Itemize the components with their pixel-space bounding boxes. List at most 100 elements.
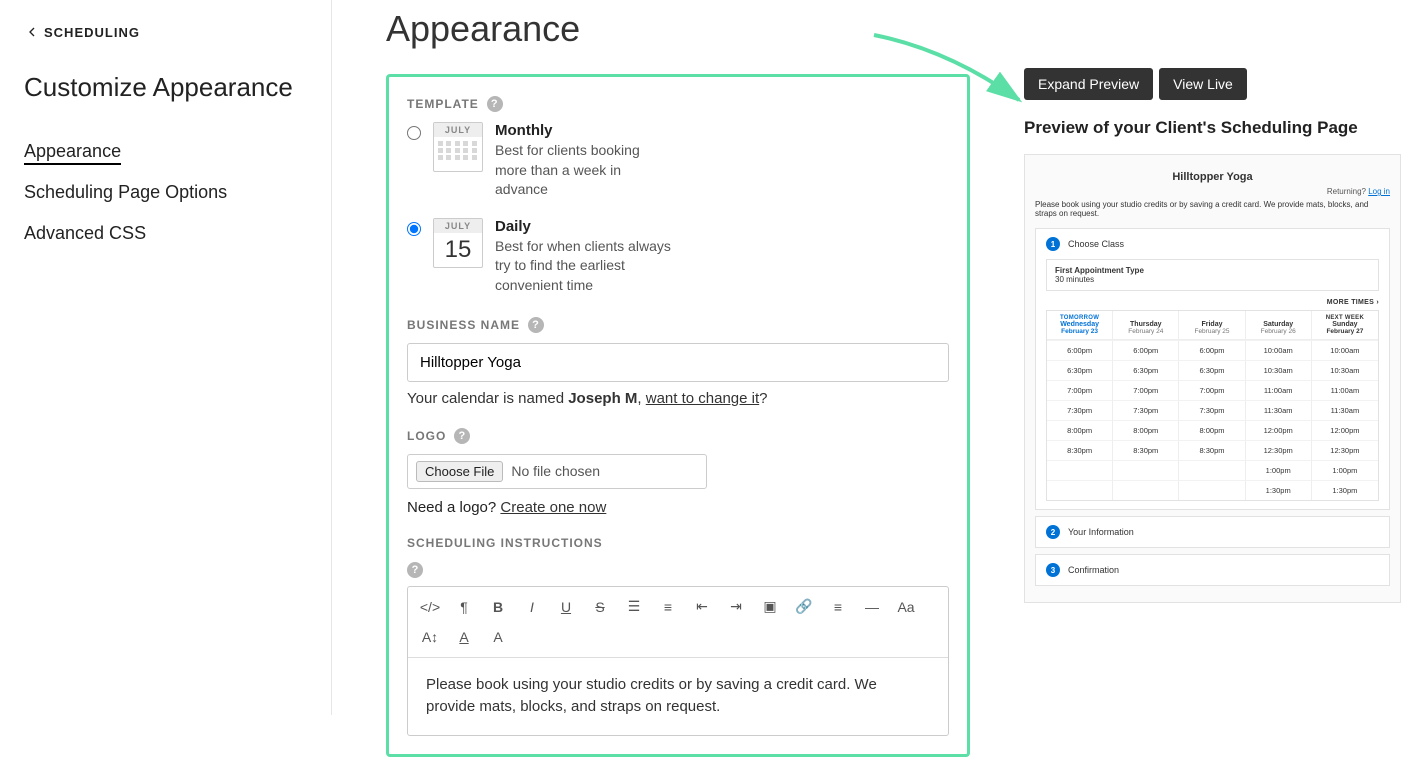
- time-slot[interactable]: 8:00pm: [1047, 420, 1113, 440]
- underline-button[interactable]: U: [550, 593, 582, 621]
- time-slot[interactable]: 6:30pm: [1113, 360, 1179, 380]
- time-slot[interactable]: 6:30pm: [1179, 360, 1245, 380]
- help-icon[interactable]: ?: [407, 562, 423, 578]
- time-slot[interactable]: 11:00am: [1312, 380, 1378, 400]
- time-slot[interactable]: 11:30am: [1246, 400, 1312, 420]
- code-view-button[interactable]: </>: [414, 593, 446, 621]
- preview-instructions: Please book using your studio credits or…: [1035, 200, 1390, 218]
- text-color-button[interactable]: A: [448, 623, 480, 651]
- template-radio-daily[interactable]: [407, 222, 421, 236]
- time-slot[interactable]: 8:00pm: [1179, 420, 1245, 440]
- sidebar-item-scheduling-page-options[interactable]: Scheduling Page Options: [24, 172, 307, 213]
- calendar-daily-icon: JULY 15: [433, 218, 483, 268]
- change-calendar-name-link[interactable]: want to change it: [646, 390, 759, 407]
- label-text: TEMPLATE: [407, 97, 479, 111]
- link-button[interactable]: 🔗: [788, 593, 820, 621]
- time-slot[interactable]: 10:00am: [1246, 340, 1312, 360]
- unordered-list-button[interactable]: ☰: [618, 593, 650, 621]
- hr-button[interactable]: —: [856, 593, 888, 621]
- text-size-button[interactable]: Aa: [890, 593, 922, 621]
- mini-cal-day: 15: [434, 233, 482, 267]
- image-button[interactable]: ▣: [754, 593, 786, 621]
- sidebar-item-advanced-css[interactable]: Advanced CSS: [24, 213, 307, 254]
- time-slot[interactable]: 6:00pm: [1179, 340, 1245, 360]
- highlight-button[interactable]: A: [482, 623, 514, 651]
- indent-button[interactable]: ⇥: [720, 593, 752, 621]
- time-slot[interactable]: 6:00pm: [1047, 340, 1113, 360]
- named-prefix: Your calendar is named: [407, 390, 568, 407]
- appt-duration: 30 minutes: [1055, 275, 1094, 284]
- expand-preview-button[interactable]: Expand Preview: [1024, 68, 1153, 100]
- time-slot[interactable]: 8:30pm: [1047, 440, 1113, 460]
- help-icon[interactable]: ?: [528, 317, 544, 333]
- time-slot[interactable]: 1:30pm: [1312, 480, 1378, 500]
- back-to-scheduling[interactable]: SCHEDULING: [24, 24, 307, 40]
- align-button[interactable]: ≡: [822, 593, 854, 621]
- time-slot[interactable]: 7:30pm: [1047, 400, 1113, 420]
- sidebar-item-appearance[interactable]: Appearance: [24, 131, 307, 172]
- time-slot[interactable]: 12:30pm: [1246, 440, 1312, 460]
- time-slot[interactable]: 11:00am: [1246, 380, 1312, 400]
- paragraph-button[interactable]: ¶: [448, 593, 480, 621]
- outdent-button[interactable]: ⇤: [686, 593, 718, 621]
- italic-button[interactable]: I: [516, 593, 548, 621]
- preview-step-confirmation[interactable]: 3 Confirmation: [1035, 554, 1390, 586]
- instructions-textarea[interactable]: Please book using your studio credits or…: [408, 658, 948, 735]
- time-slot[interactable]: 10:30am: [1246, 360, 1312, 380]
- time-slot[interactable]: 7:30pm: [1113, 400, 1179, 420]
- bold-button[interactable]: B: [482, 593, 514, 621]
- ordered-list-button[interactable]: ≡: [652, 593, 684, 621]
- logo-file-input[interactable]: Choose File No file chosen: [407, 454, 707, 489]
- superscript-button[interactable]: A↕: [414, 623, 446, 651]
- time-slot[interactable]: 12:00pm: [1312, 420, 1378, 440]
- time-slot[interactable]: 12:00pm: [1246, 420, 1312, 440]
- time-slot[interactable]: 8:30pm: [1113, 440, 1179, 460]
- more-times-link[interactable]: MORE TIMES ›: [1046, 299, 1379, 306]
- time-slot[interactable]: 8:30pm: [1179, 440, 1245, 460]
- time-slot[interactable]: 7:00pm: [1113, 380, 1179, 400]
- template-label: TEMPLATE ?: [407, 96, 503, 112]
- preview-appointment-type[interactable]: First Appointment Type 30 minutes: [1046, 259, 1379, 291]
- time-slot[interactable]: 12:30pm: [1312, 440, 1378, 460]
- back-label: SCHEDULING: [44, 25, 140, 40]
- create-logo-link[interactable]: Create one now: [500, 499, 606, 516]
- time-slot[interactable]: 6:00pm: [1113, 340, 1179, 360]
- time-slot[interactable]: 1:30pm: [1246, 480, 1312, 500]
- step-label: Your Information: [1068, 527, 1134, 537]
- need-logo-prefix: Need a logo?: [407, 499, 500, 516]
- editor-toolbar: </> ¶ B I U S ☰ ≡ ⇤ ⇥ ▣ 🔗 ≡ — Aa A↕ A: [408, 587, 948, 658]
- time-slot: .: [1047, 480, 1113, 500]
- time-slot[interactable]: 7:00pm: [1179, 380, 1245, 400]
- time-slot[interactable]: 1:00pm: [1246, 460, 1312, 480]
- main: Appearance TEMPLATE ? JULY Monthly Best …: [332, 0, 1411, 715]
- preview-day-header: TOMORROWWednesdayFebruary 23: [1047, 311, 1113, 340]
- time-slot[interactable]: 7:30pm: [1179, 400, 1245, 420]
- time-slot[interactable]: 6:30pm: [1047, 360, 1113, 380]
- strikethrough-button[interactable]: S: [584, 593, 616, 621]
- preview-login: Returning? Log in: [1035, 187, 1390, 196]
- choose-file-button[interactable]: Choose File: [416, 461, 503, 482]
- time-slot[interactable]: 10:30am: [1312, 360, 1378, 380]
- template-option-daily[interactable]: JULY 15 Daily Best for when clients alwa…: [407, 218, 949, 296]
- preview-step-your-information[interactable]: 2 Your Information: [1035, 516, 1390, 548]
- business-name-input[interactable]: [407, 343, 949, 382]
- time-slot[interactable]: 1:00pm: [1312, 460, 1378, 480]
- rich-text-editor: </> ¶ B I U S ☰ ≡ ⇤ ⇥ ▣ 🔗 ≡ — Aa A↕ A: [407, 586, 949, 736]
- step-label: Choose Class: [1068, 239, 1124, 249]
- help-icon[interactable]: ?: [487, 96, 503, 112]
- mini-cal-month: JULY: [434, 123, 482, 137]
- time-slot[interactable]: 7:00pm: [1047, 380, 1113, 400]
- time-slot[interactable]: 8:00pm: [1113, 420, 1179, 440]
- help-icon[interactable]: ?: [454, 428, 470, 444]
- preview-login-link[interactable]: Log in: [1368, 187, 1390, 196]
- preview-day-header: ThursdayFebruary 24: [1113, 311, 1179, 340]
- named-q: ?: [759, 390, 767, 407]
- time-slot[interactable]: 11:30am: [1312, 400, 1378, 420]
- view-live-button[interactable]: View Live: [1159, 68, 1247, 100]
- template-radio-monthly[interactable]: [407, 126, 421, 140]
- sidebar-item-label: Advanced CSS: [24, 223, 146, 243]
- template-option-monthly[interactable]: JULY Monthly Best for clients booking mo…: [407, 122, 949, 200]
- time-slot: .: [1047, 460, 1113, 480]
- logo-label: LOGO ?: [407, 428, 470, 444]
- time-slot[interactable]: 10:00am: [1312, 340, 1378, 360]
